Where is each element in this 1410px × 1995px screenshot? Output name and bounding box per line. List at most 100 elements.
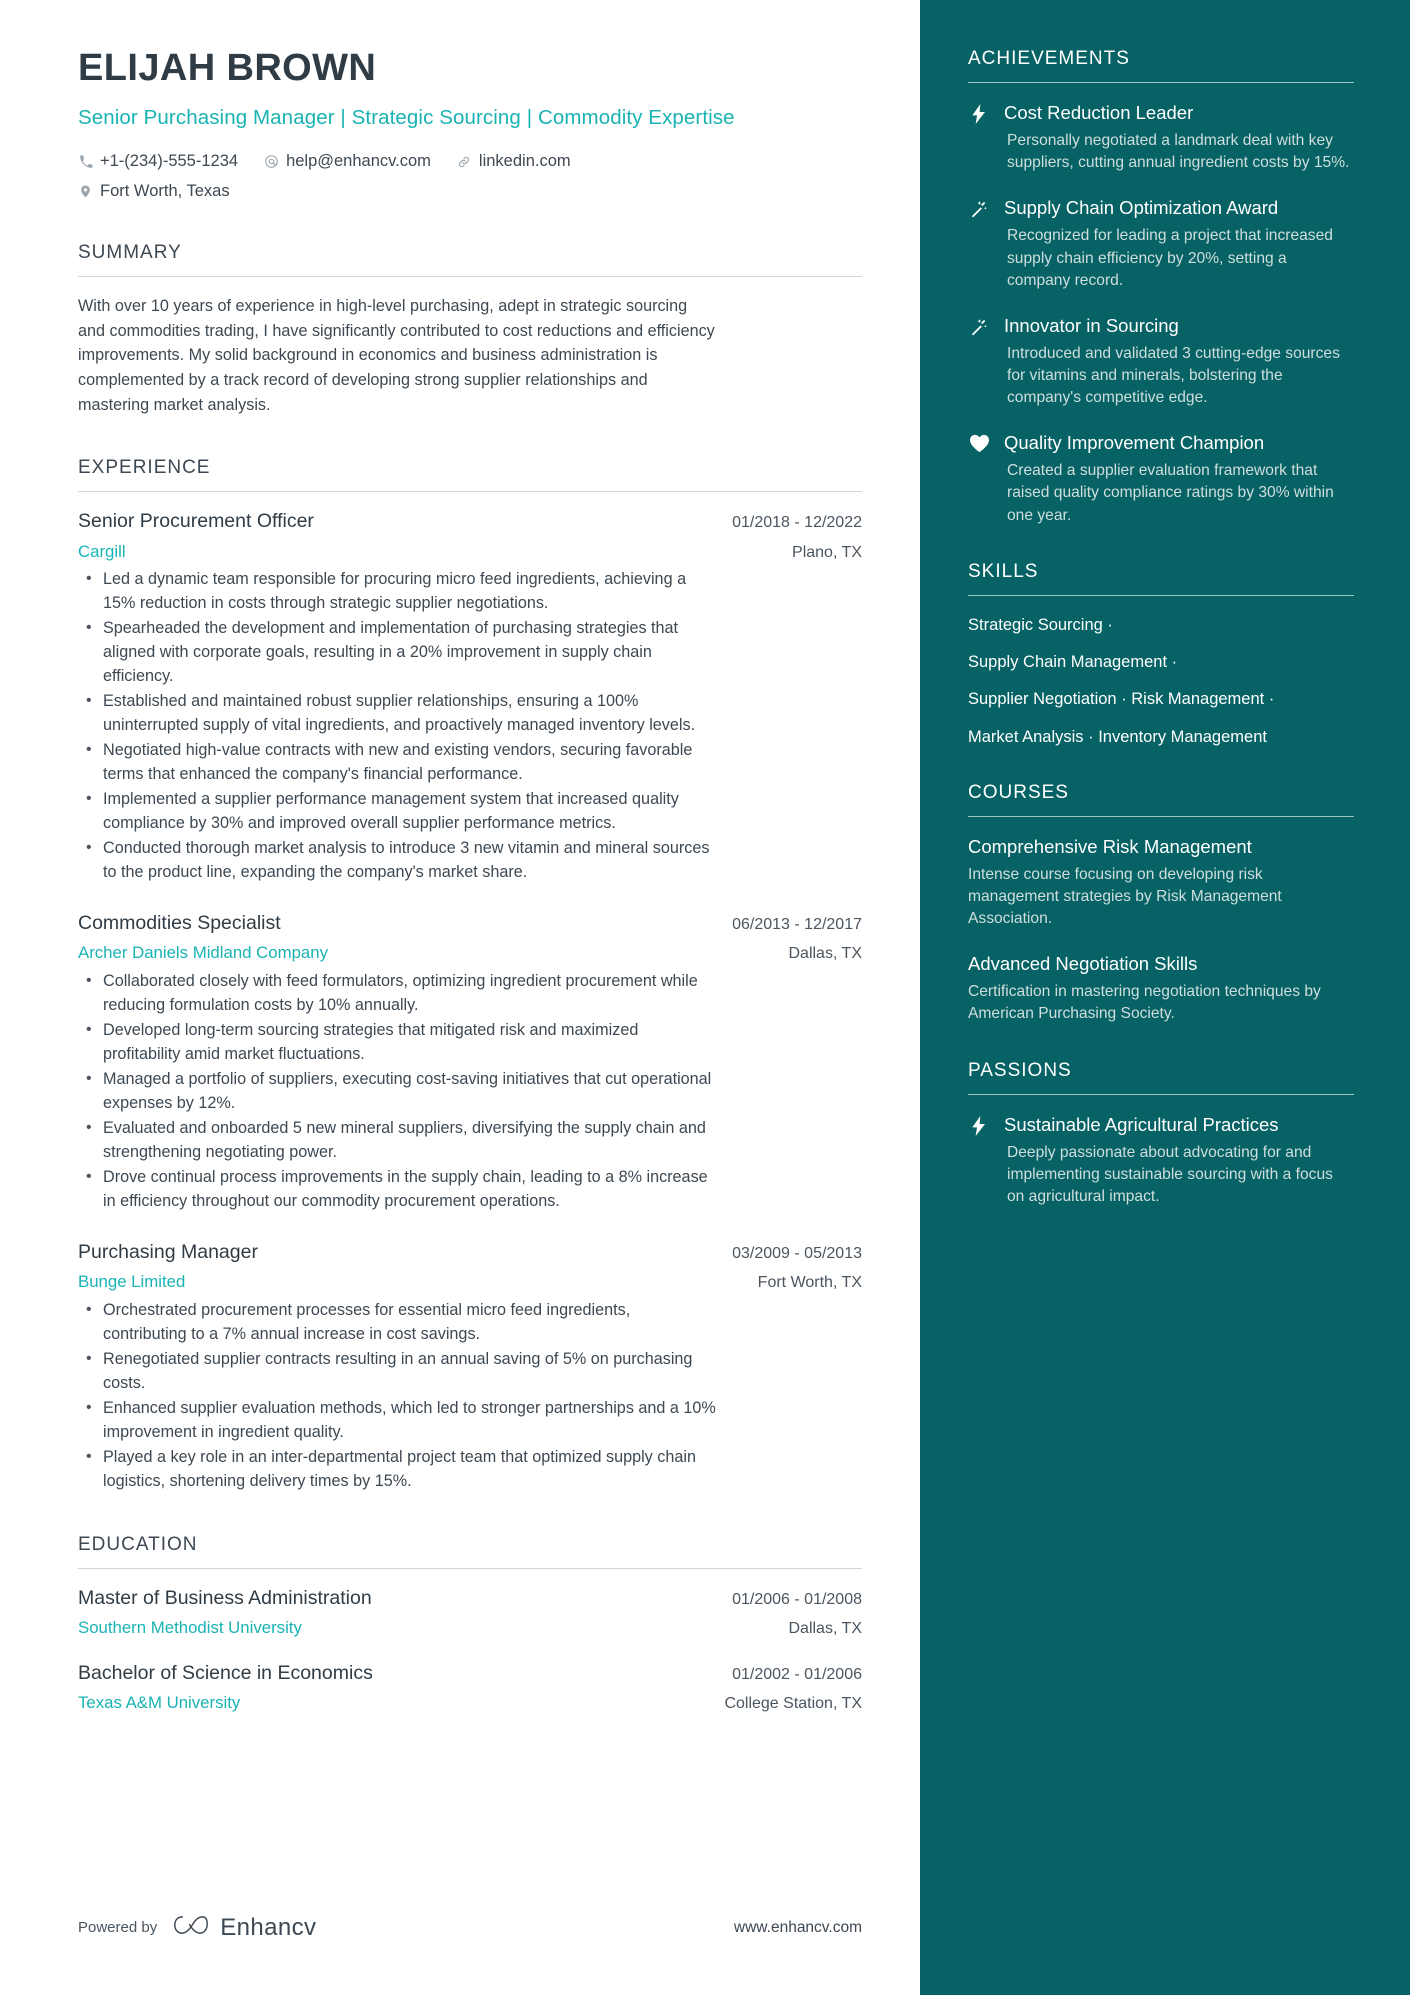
contact-location-text: Fort Worth, Texas <box>100 181 230 200</box>
degree-dates: 01/2002 - 01/2006 <box>732 1666 862 1684</box>
contact-linkedin[interactable]: linkedin.com <box>457 151 571 172</box>
contact-line-2: Fort Worth, Texas <box>78 181 862 202</box>
job-bullet: Renegotiated supplier contracts resultin… <box>78 1347 718 1396</box>
achievement-title: Innovator in Sourcing <box>1004 314 1179 336</box>
achievement-item: Quality Improvement Champion Created a s… <box>968 431 1354 526</box>
job-dates: 03/2009 - 05/2013 <box>732 1244 862 1262</box>
job-bullet: Orchestrated procurement processes for e… <box>78 1298 718 1347</box>
skill-line: Supplier Negotiation · Risk Management · <box>968 690 1275 709</box>
passion-description: Deeply passionate about advocating for a… <box>1007 1143 1333 1205</box>
job-bullets: Orchestrated procurement processes for e… <box>78 1298 862 1494</box>
footer-brand-block: Powered by Enhancv <box>78 1912 316 1943</box>
candidate-headline: Senior Purchasing Manager | Strategic So… <box>78 105 735 129</box>
experience-entry-head: Purchasing Manager 03/2009 - 05/2013 <box>78 1240 862 1264</box>
education-entry: Bachelor of Science in Economics 01/2002… <box>78 1661 862 1714</box>
location-icon <box>78 184 93 199</box>
enhancv-wordmark: Enhancv <box>220 1913 317 1941</box>
achievement-body: Supply Chain Optimization Award Recogniz… <box>1004 196 1354 291</box>
contact-linkedin-text: linkedin.com <box>478 152 571 171</box>
passions-section-title: PASSIONS <box>968 1059 1072 1081</box>
resume-sidebar: ACHIEVEMENTS Cost Reduction Leader Perso… <box>920 0 1410 1995</box>
course-item: Advanced Negotiation Skills Certificatio… <box>968 952 1354 1025</box>
job-bullet: Negotiated high-value contracts with new… <box>78 738 718 787</box>
job-title: Commodities Specialist <box>78 912 281 935</box>
candidate-name: ELIJAH BROWN <box>78 47 377 89</box>
education-entry-sub: Texas A&M University College Station, TX <box>78 1692 862 1714</box>
summary-text: With over 10 years of experience in high… <box>78 297 715 414</box>
education-divider <box>78 1567 862 1569</box>
achievement-description: Recognized for leading a project that in… <box>1007 227 1333 289</box>
school-name[interactable]: Texas A&M University <box>78 1692 240 1714</box>
achievement-description: Created a supplier evaluation framework … <box>1007 462 1334 524</box>
job-bullet: Led a dynamic team responsible for procu… <box>78 567 718 616</box>
achievement-title: Quality Improvement Champion <box>1004 432 1265 454</box>
education-entry-sub: Southern Methodist University Dallas, TX <box>78 1617 862 1639</box>
skill-line: Market Analysis · Inventory Management <box>968 727 1267 746</box>
link-icon <box>457 154 472 169</box>
job-bullet: Implemented a supplier performance manag… <box>78 787 718 836</box>
resume-page: ELIJAH BROWN Senior Purchasing Manager |… <box>0 0 1410 1995</box>
passions-section: PASSIONS Sustainable Agricultural Practi… <box>968 1060 1354 1208</box>
job-title: Senior Procurement Officer <box>78 510 314 533</box>
experience-entry-head: Commodities Specialist 06/2013 - 12/2017 <box>78 911 862 935</box>
job-dates: 01/2018 - 12/2022 <box>732 514 862 532</box>
achievement-item: Innovator in Sourcing Introduced and val… <box>968 314 1354 409</box>
job-bullets: Led a dynamic team responsible for procu… <box>78 567 862 885</box>
bolt-icon <box>968 1113 990 1208</box>
email-icon <box>264 154 279 169</box>
education-entry: Master of Business Administration 01/200… <box>78 1586 862 1639</box>
education-section: EDUCATION Master of Business Administrat… <box>78 1534 862 1714</box>
education-entry-head: Bachelor of Science in Economics 01/2002… <box>78 1661 862 1685</box>
degree-title: Master of Business Administration <box>78 1586 372 1609</box>
experience-section: EXPERIENCE Senior Procurement Officer 01… <box>78 457 862 1494</box>
experience-entry: Senior Procurement Officer 01/2018 - 12/… <box>78 509 862 885</box>
job-bullet: Spearheaded the development and implemen… <box>78 616 718 689</box>
enhancv-logo[interactable]: Enhancv <box>173 1912 316 1943</box>
passion-title: Sustainable Agricultural Practices <box>1004 1113 1279 1135</box>
school-location: Dallas, TX <box>788 1620 862 1638</box>
education-entry-head: Master of Business Administration 01/200… <box>78 1586 862 1610</box>
job-company[interactable]: Bunge Limited <box>78 1271 185 1293</box>
bolt-icon <box>968 101 990 174</box>
footer-url[interactable]: www.enhancv.com <box>734 1919 862 1937</box>
page-footer: Powered by Enhancv www.enhancv.com <box>78 1912 862 1943</box>
phone-icon <box>78 154 93 169</box>
experience-divider <box>78 491 862 493</box>
school-name[interactable]: Southern Methodist University <box>78 1617 302 1639</box>
job-company[interactable]: Archer Daniels Midland Company <box>78 942 328 964</box>
achievement-title: Supply Chain Optimization Award <box>1004 197 1279 219</box>
achievement-title: Cost Reduction Leader <box>1004 102 1194 123</box>
job-company[interactable]: Cargill <box>78 541 126 563</box>
achievement-body: Quality Improvement Champion Created a s… <box>1004 431 1354 526</box>
experience-entry-sub: Archer Daniels Midland Company Dallas, T… <box>78 942 862 964</box>
job-dates: 06/2013 - 12/2017 <box>732 916 862 934</box>
job-title: Purchasing Manager <box>78 1240 258 1263</box>
contact-phone[interactable]: +1-(234)-555-1234 <box>78 151 238 172</box>
achievement-body: Innovator in Sourcing Introduced and val… <box>1004 314 1354 409</box>
experience-entry-sub: Cargill Plano, TX <box>78 541 862 563</box>
passion-body: Sustainable Agricultural Practices Deepl… <box>1004 1113 1354 1208</box>
summary-divider <box>78 276 862 278</box>
job-bullet: Collaborated closely with feed formulato… <box>78 969 718 1018</box>
skill-line: Strategic Sourcing · <box>968 615 1113 634</box>
contact-phone-text: +1-(234)-555-1234 <box>100 152 239 171</box>
experience-section-title: EXPERIENCE <box>78 457 211 479</box>
job-location: Fort Worth, TX <box>757 1274 862 1292</box>
contact-line-1: +1-(234)-555-1234 help@enhancv.com linke… <box>78 151 862 172</box>
job-bullet: Developed long-term sourcing strategies … <box>78 1018 718 1067</box>
achievement-description: Introduced and validated 3 cutting-edge … <box>1007 344 1340 407</box>
passions-divider <box>968 1093 1354 1095</box>
school-location: College Station, TX <box>724 1695 862 1713</box>
job-location: Dallas, TX <box>788 945 862 963</box>
courses-section-title: COURSES <box>968 781 1069 803</box>
job-location: Plano, TX <box>792 543 862 561</box>
passion-item: Sustainable Agricultural Practices Deepl… <box>968 1113 1354 1208</box>
job-bullet: Established and maintained robust suppli… <box>78 689 718 738</box>
job-bullet: Evaluated and onboarded 5 new mineral su… <box>78 1116 718 1165</box>
achievement-item: Cost Reduction Leader Personally negotia… <box>968 101 1354 174</box>
job-bullets: Collaborated closely with feed formulato… <box>78 969 862 1214</box>
contact-email[interactable]: help@enhancv.com <box>264 151 431 172</box>
powered-by-label: Powered by <box>78 1919 158 1936</box>
achievement-description: Personally negotiated a landmark deal wi… <box>1007 132 1350 172</box>
achievement-body: Cost Reduction Leader Personally negotia… <box>1004 101 1354 174</box>
